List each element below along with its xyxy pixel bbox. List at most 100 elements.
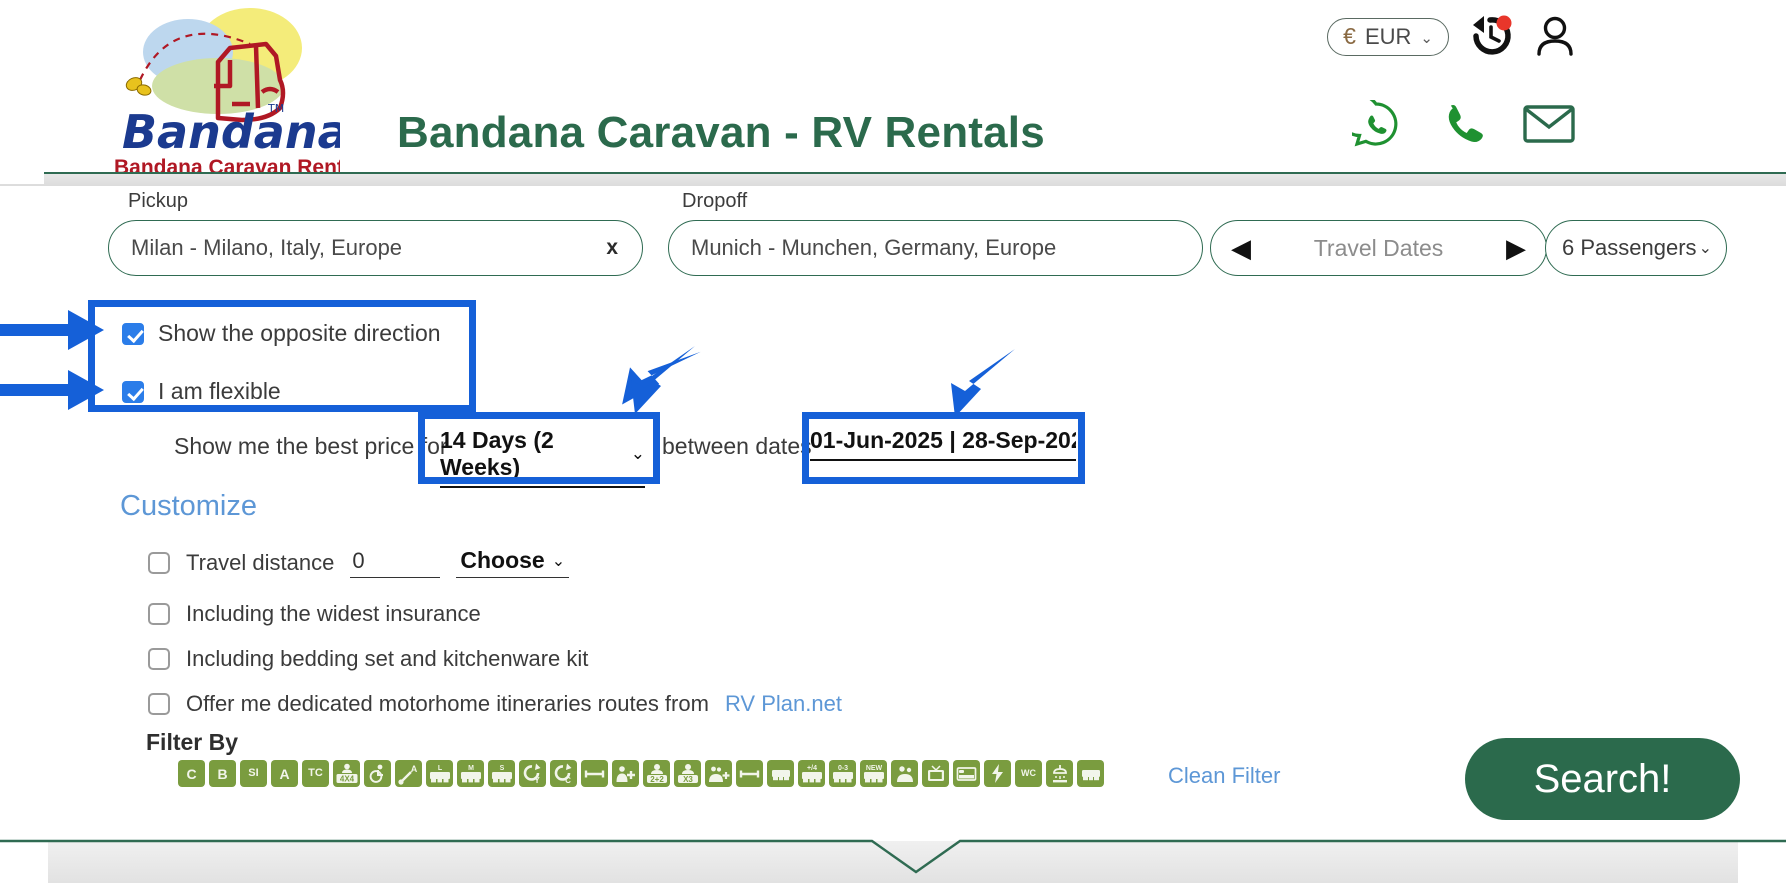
svg-text:Y: Y bbox=[534, 776, 540, 785]
annotation-arrow-opposite bbox=[0, 310, 104, 350]
flexible-label: I am flexible bbox=[158, 378, 281, 404]
flexible-checkbox[interactable] bbox=[122, 380, 144, 403]
bedding-row[interactable]: Including bedding set and kitchenware ki… bbox=[148, 646, 588, 672]
filter-icon-four-by-four[interactable]: 4X4 bbox=[333, 760, 360, 787]
flexible-option[interactable]: I am flexible bbox=[122, 378, 281, 405]
filter-icon-bunk-bed[interactable] bbox=[953, 760, 980, 787]
filter-icon-truck-camper[interactable]: TC bbox=[302, 760, 329, 787]
bedding-label: Including bedding set and kitchenware ki… bbox=[186, 646, 589, 671]
user-account-icon[interactable] bbox=[1534, 14, 1576, 58]
annotation-arrow-duration bbox=[622, 346, 701, 414]
itinerary-row[interactable]: Offer me dedicated motorhome itineraries… bbox=[148, 691, 842, 717]
header-divider-gap bbox=[0, 172, 44, 184]
svg-text:+/4: +/4 bbox=[807, 765, 817, 772]
phone-icon[interactable] bbox=[1438, 101, 1484, 152]
filter-icon-size-small[interactable]: S bbox=[488, 760, 515, 787]
filter-icon-bus[interactable]: B bbox=[209, 760, 236, 787]
filter-icon-plus-four[interactable]: +/4 bbox=[798, 760, 825, 787]
dropoff-value: Munich - Munchen, Germany, Europe bbox=[691, 235, 1057, 260]
currency-code: EUR bbox=[1364, 23, 1412, 49]
opposite-direction-checkbox[interactable] bbox=[122, 322, 144, 345]
opposite-direction-option[interactable]: Show the opposite direction bbox=[122, 320, 441, 347]
whatsapp-icon[interactable] bbox=[1338, 93, 1400, 153]
duration-select[interactable]: 14 Days (2 Weeks) ⌄ bbox=[440, 427, 645, 488]
filter-icon-two-plus-two[interactable]: 2+2 bbox=[643, 760, 670, 787]
svg-text:C: C bbox=[565, 776, 571, 785]
travel-distance-input[interactable] bbox=[350, 547, 441, 578]
pickup-clear-icon[interactable]: x bbox=[606, 236, 642, 260]
email-icon[interactable] bbox=[1522, 102, 1576, 151]
currency-selector[interactable]: € EUR ⌄ bbox=[1327, 18, 1449, 56]
filter-icon-semi-integrated[interactable]: SI bbox=[240, 760, 267, 787]
filter-icon-senior-driver[interactable]: C bbox=[550, 760, 577, 787]
passengers-select[interactable]: 6 Passengers ⌄ bbox=[1545, 220, 1727, 276]
travel-dates-placeholder: Travel Dates bbox=[1313, 234, 1444, 261]
search-button[interactable]: Search! bbox=[1465, 738, 1740, 820]
chevron-down-icon: ⌄ bbox=[1420, 29, 1433, 47]
filter-icon-unlimited-mileage[interactable] bbox=[767, 760, 794, 787]
filter-icon-one-way[interactable] bbox=[581, 760, 608, 787]
page-root: TM Bandana Bandana Caravan Rent Bandana … bbox=[0, 0, 1786, 883]
collapse-notch-icon[interactable] bbox=[0, 838, 1786, 883]
filter-icon-row: C B SI A TC 4X4 A L M S Y C 2+2 X3 +/4 0-3 NEW WC bbox=[178, 760, 1104, 787]
filter-icon-campervan[interactable]: C bbox=[178, 760, 205, 787]
filter-icon-size-large[interactable]: L bbox=[426, 760, 453, 787]
filter-icon-tv[interactable] bbox=[922, 760, 949, 787]
svg-text:X3: X3 bbox=[683, 775, 693, 784]
svg-text:2+2: 2+2 bbox=[650, 775, 664, 784]
bandana-logo[interactable]: TM Bandana Bandana Caravan Rent bbox=[110, 8, 340, 180]
duration-value: 14 Days (2 Weeks) bbox=[440, 427, 554, 480]
filter-icon-automatic-transmission[interactable]: A bbox=[395, 760, 422, 787]
opposite-direction-label: Show the opposite direction bbox=[158, 320, 441, 346]
pickup-input[interactable]: Milan - Milano, Italy, Europe x bbox=[108, 220, 643, 276]
prev-arrow-icon[interactable]: ◀ bbox=[1211, 235, 1271, 261]
filter-icon-shower[interactable] bbox=[1046, 760, 1073, 787]
itinerary-checkbox[interactable] bbox=[148, 693, 170, 715]
filter-icon-electricity[interactable] bbox=[984, 760, 1011, 787]
filter-icon-size-medium[interactable]: M bbox=[457, 760, 484, 787]
chevron-down-icon: ⌄ bbox=[551, 552, 566, 570]
travel-distance-label: Travel distance bbox=[186, 549, 335, 575]
dropoff-label: Dropoff bbox=[682, 190, 748, 212]
filter-icon-family-plus[interactable] bbox=[705, 760, 732, 787]
filter-icon-extra-driver[interactable] bbox=[612, 760, 639, 787]
svg-text:M: M bbox=[468, 765, 474, 772]
dropoff-input[interactable]: Munich - Munchen, Germany, Europe bbox=[668, 220, 1203, 276]
annotation-arrow-flexible bbox=[0, 370, 104, 410]
clean-filter-link[interactable]: Clean Filter bbox=[1168, 763, 1280, 789]
pickup-label: Pickup bbox=[128, 190, 189, 212]
insurance-row[interactable]: Including the widest insurance bbox=[148, 601, 481, 627]
site-header: TM Bandana Bandana Caravan Rent Bandana … bbox=[0, 0, 1786, 186]
filter-icon-family[interactable] bbox=[891, 760, 918, 787]
date-range-input[interactable]: 01-Jun-2025 | 28-Sep-2025 bbox=[810, 427, 1076, 461]
travel-dates-input[interactable]: ◀ Travel Dates ▶ bbox=[1210, 220, 1547, 276]
filter-icon-three-berth[interactable]: X3 bbox=[674, 760, 701, 787]
filter-icon-wc[interactable]: WC bbox=[1015, 760, 1042, 787]
passengers-value: 6 Passengers bbox=[1562, 235, 1697, 260]
insurance-label: Including the widest insurance bbox=[186, 601, 481, 626]
filter-icon-wheelchair-accessible[interactable] bbox=[364, 760, 391, 787]
filter-by-title: Filter By bbox=[146, 729, 239, 755]
bottom-divider bbox=[0, 838, 1786, 883]
svg-text:Bandana: Bandana bbox=[122, 105, 340, 159]
euro-symbol-icon: € bbox=[1343, 23, 1356, 49]
filter-icon-new-vehicle[interactable]: NEW bbox=[860, 760, 887, 787]
page-title: Bandana Caravan - RV Rentals bbox=[397, 108, 1045, 157]
pickup-value: Milan - Milano, Italy, Europe bbox=[131, 235, 403, 260]
filter-icon-length[interactable] bbox=[736, 760, 763, 787]
bedding-checkbox[interactable] bbox=[148, 648, 170, 670]
next-arrow-icon[interactable]: ▶ bbox=[1486, 235, 1546, 261]
best-price-row: Show me the best price for 14 Days (2 We… bbox=[0, 427, 1786, 488]
history-icon[interactable] bbox=[1468, 14, 1514, 58]
filter-icon-zero-to-three[interactable]: 0-3 bbox=[829, 760, 856, 787]
chevron-down-icon: ⌄ bbox=[630, 444, 645, 463]
filter-icon-van-download[interactable] bbox=[1077, 760, 1104, 787]
filter-icon-alcove[interactable]: A bbox=[271, 760, 298, 787]
insurance-checkbox[interactable] bbox=[148, 603, 170, 625]
travel-distance-unit-select[interactable]: Choose ⌄ bbox=[456, 547, 570, 578]
customize-section-title[interactable]: Customize bbox=[120, 490, 257, 523]
filter-icon-young-driver[interactable]: Y bbox=[519, 760, 546, 787]
contact-icon-group bbox=[1338, 93, 1576, 153]
rv-plan-link[interactable]: RV Plan.net bbox=[725, 691, 842, 717]
travel-distance-checkbox[interactable] bbox=[148, 551, 170, 574]
